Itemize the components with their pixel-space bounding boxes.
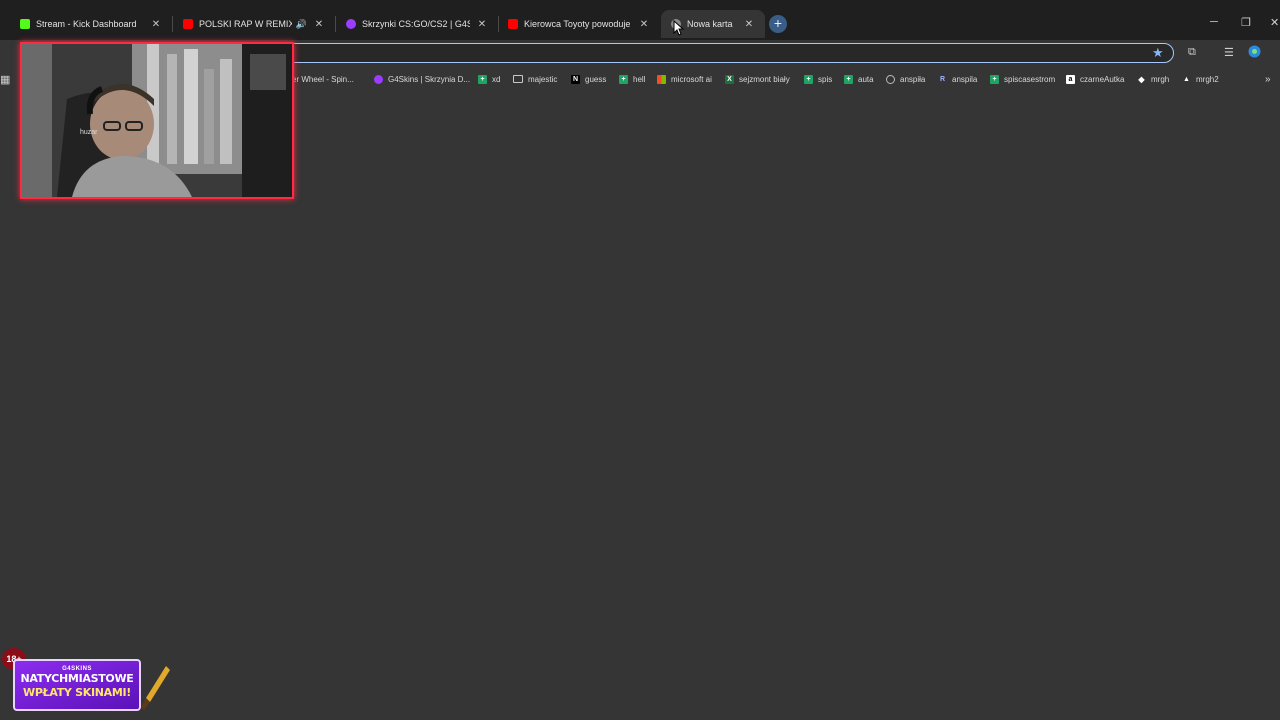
new-tab-button[interactable]: +	[769, 15, 787, 33]
bookmark-hell[interactable]: + hell	[619, 70, 645, 88]
bookmark-microsoft-ai[interactable]: microsoft ai	[657, 70, 712, 88]
bookmark-label: mrgh2	[1196, 74, 1219, 84]
bookmark-label: majestic	[528, 74, 558, 84]
bookmark-label: sejzmont biały	[739, 74, 790, 84]
bookmark-auta[interactable]: + auta	[844, 70, 874, 88]
chevron-double-right-icon: »	[1265, 73, 1271, 85]
close-window-button[interactable]: ✕	[1270, 16, 1279, 29]
bookmark-label: czarneAutka	[1080, 74, 1125, 84]
diamond-icon: ◆	[1138, 74, 1145, 84]
tab-strip: Stream - Kick Dashboard ✕ POLSKI RAP W R…	[0, 0, 1280, 40]
bookmark-label: mrgh	[1151, 74, 1170, 84]
close-icon[interactable]: ✕	[476, 19, 488, 30]
bookmark-g4skins[interactable]: G4Skins | Skrzynia D...	[374, 70, 470, 88]
bookmark-sejzmont-bialy[interactable]: X sejzmont biały	[725, 70, 790, 88]
bookmark-czarneautka[interactable]: a czarneAutka	[1066, 70, 1124, 88]
close-icon[interactable]: ✕	[638, 19, 650, 30]
bookmark-label: spiscasestrom	[1004, 74, 1056, 84]
bookmark-label: anspila	[952, 74, 978, 84]
bookmark-label: anspiła	[900, 74, 926, 84]
sheets-icon: +	[844, 74, 853, 84]
notion-icon: N	[571, 74, 580, 84]
amazon-icon: a	[1066, 74, 1075, 84]
tab-title: POLSKI RAP W REMIXACH	[199, 19, 292, 29]
knife-icon	[141, 666, 170, 710]
youtube-icon	[508, 19, 518, 29]
triangle-icon: ▲	[1183, 75, 1190, 83]
mouse-cursor-icon	[673, 20, 685, 36]
tab-title: Kierowca Toyoty powoduje 2 k	[524, 19, 632, 29]
profile-icon[interactable]	[1248, 45, 1261, 61]
tab-kick-dashboard[interactable]: Stream - Kick Dashboard ✕	[10, 10, 172, 38]
chair-logo-text: huzar	[80, 129, 98, 136]
apps-icon[interactable]: ▦	[0, 73, 10, 86]
minimize-button[interactable]: ─	[1210, 16, 1218, 28]
bookmark-majestic[interactable]: majestic	[513, 70, 557, 88]
close-icon[interactable]: ✕	[313, 19, 325, 30]
bookmark-label: G4Skins | Skrzynia D...	[388, 74, 471, 84]
g4skins-icon	[346, 19, 356, 29]
promo-line-1: NATYCHMIASTOWE	[20, 672, 134, 685]
bookmark-spis[interactable]: + spis	[804, 70, 832, 88]
bookmark-label: auta	[858, 74, 874, 84]
sheets-icon: +	[619, 74, 628, 84]
promo-line-2: WPŁATY SKINAMI!	[22, 686, 132, 699]
media-controls-icon[interactable]: ☰	[1224, 46, 1234, 59]
excel-icon: X	[725, 74, 734, 84]
microsoft-icon	[657, 74, 666, 84]
bookmark-label: guess	[585, 74, 607, 84]
close-icon[interactable]: ✕	[150, 19, 162, 30]
bookmark-label: er Wheel - Spin...	[292, 74, 354, 84]
tab-title: Stream - Kick Dashboard	[36, 19, 137, 29]
bookmark-mrgh[interactable]: ◆ mrgh	[1137, 70, 1169, 88]
bookmark-label: microsoft ai	[671, 74, 712, 84]
r-icon: R	[939, 75, 946, 83]
bookmark-label: xd	[492, 74, 501, 84]
bookmark-anspila-r[interactable]: R anspila	[938, 70, 977, 88]
close-icon[interactable]: ✕	[743, 19, 755, 30]
bookmark-star-icon[interactable]: ★	[1152, 45, 1164, 61]
tab-title: Skrzynki CS:GO/CS2 | G4Skins	[362, 19, 470, 29]
promo-banner[interactable]: G4SKINS NATYCHMIASTOWE WPŁATY SKINAMI!	[13, 659, 141, 711]
bookmark-guess[interactable]: N guess	[571, 70, 606, 88]
bookmark-xd[interactable]: + xd	[478, 70, 500, 88]
webcam-overlay: huzar	[20, 42, 294, 199]
restore-button[interactable]: ❐	[1241, 16, 1251, 29]
tab-title: Nowa karta	[687, 19, 733, 29]
bookmark-label: hell	[633, 74, 646, 84]
sheets-icon: +	[478, 74, 487, 84]
kick-icon	[20, 19, 30, 29]
g4skins-icon	[374, 74, 383, 84]
sheets-icon: +	[804, 74, 813, 84]
folder-icon	[513, 75, 523, 83]
globe-icon	[886, 74, 895, 84]
tab-kierowca-toyoty[interactable]: Kierowca Toyoty powoduje 2 k ✕	[498, 10, 660, 38]
webcam-feed: huzar	[22, 44, 292, 197]
speaker-icon[interactable]: 🔊	[296, 19, 307, 30]
tab-polski-rap[interactable]: POLSKI RAP W REMIXACH 🔊 ✕	[173, 10, 335, 38]
bookmark-label: spis	[818, 74, 833, 84]
tab-g4skins[interactable]: Skrzynki CS:GO/CS2 | G4Skins ✕	[336, 10, 498, 38]
youtube-icon	[183, 19, 193, 29]
bookmark-spiscasestrom[interactable]: + spiscasestrom	[990, 70, 1055, 88]
bookmark-wheel-spin[interactable]: er Wheel - Spin...	[292, 70, 354, 88]
menu-icon[interactable]: ⋮	[1276, 46, 1280, 59]
bookmarks-overflow-button[interactable]: »	[1265, 70, 1271, 88]
bookmark-mrgh2[interactable]: ▲ mrgh2	[1182, 70, 1219, 88]
bookmark-anspila-globe[interactable]: anspiła	[886, 70, 925, 88]
extensions-icon[interactable]: ⧉	[1188, 46, 1196, 59]
sheets-icon: +	[990, 74, 999, 84]
